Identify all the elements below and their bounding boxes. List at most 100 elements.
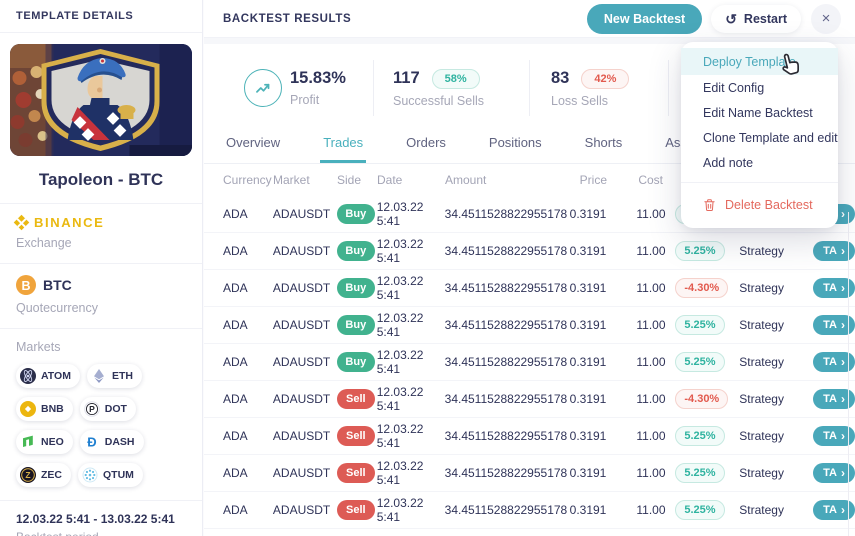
market-pill-bnb[interactable]: BNB — [16, 397, 73, 421]
tab-positions[interactable]: Positions — [486, 124, 545, 163]
menu-item-deploy-template[interactable]: Deploy Template — [681, 48, 838, 75]
cell-date: 12.03.22 5:41 — [377, 422, 445, 450]
cell-date: 12.03.22 5:41 — [377, 385, 445, 413]
trades-table: ADAADAUSDTBuy12.03.22 5:4134.45115288229… — [204, 196, 855, 529]
ta-badge-label: TA — [823, 467, 837, 479]
chevron-right-icon: › — [841, 467, 845, 479]
market-pill-label: QTUM — [103, 469, 134, 481]
column-header-currency: Currency — [223, 173, 273, 187]
ta-badge-label: TA — [823, 504, 837, 516]
chevron-right-icon: › — [841, 245, 845, 257]
side-badge: Sell — [337, 389, 375, 409]
side-badge: Buy — [337, 204, 375, 224]
menu-item-edit-name-backtest[interactable]: Edit Name Backtest — [681, 100, 838, 125]
restart-button[interactable]: ↺ Restart — [711, 5, 801, 33]
cell-cost: 11.00 — [636, 281, 662, 295]
tab-orders[interactable]: Orders — [403, 124, 449, 163]
market-pill-atom[interactable]: ATOM — [16, 364, 80, 388]
cell-currency: ADA — [223, 207, 273, 221]
tab-overview[interactable]: Overview — [223, 124, 283, 163]
cell-side: Sell — [337, 389, 377, 409]
cell-cost: 11.00 — [636, 429, 662, 443]
cell-strategy: Strategy — [739, 392, 799, 406]
cell-market: ADAUSDT — [273, 281, 337, 295]
table-row[interactable]: ADAADAUSDTSell12.03.22 5:4134.4511528822… — [204, 455, 855, 492]
menu-item-edit-config[interactable]: Edit Config — [681, 75, 838, 100]
dot-coin-icon: P — [84, 401, 100, 417]
cell-market: ADAUSDT — [273, 244, 337, 258]
cell-price: 0.3191 — [568, 503, 606, 517]
market-pill-zec[interactable]: ZZEC — [16, 463, 71, 487]
cell-amount: 34.4511528822955178 — [445, 318, 569, 332]
profit-badge: 5.25% — [675, 352, 724, 372]
cell-currency: ADA — [223, 429, 273, 443]
new-backtest-button[interactable]: New Backtest — [587, 4, 702, 34]
profit-badge: 5.25% — [675, 241, 724, 261]
market-pill-qtum[interactable]: QTUM — [78, 463, 143, 487]
cell-strategy: Strategy — [739, 466, 799, 480]
menu-item-clone-template-and-edit[interactable]: Clone Template and edit — [681, 125, 838, 150]
profit-badge: -4.30% — [675, 278, 728, 298]
results-title: BACKTEST RESULTS — [223, 13, 351, 25]
table-row[interactable]: ADAADAUSDTSell12.03.22 5:4134.4511528822… — [204, 381, 855, 418]
cell-side: Buy — [337, 241, 377, 261]
cell-date: 12.03.22 5:41 — [377, 200, 445, 228]
cell-market: ADAUSDT — [273, 355, 337, 369]
cell-cost: 11.00 — [636, 355, 662, 369]
market-pill-label: BNB — [41, 403, 64, 415]
market-pill-dash[interactable]: ĐDASH — [80, 430, 144, 454]
cell-cost: 11.00 — [636, 207, 662, 221]
cell-strategy: Strategy — [739, 429, 799, 443]
restart-icon: ↺ — [725, 12, 737, 26]
chevron-right-icon: › — [841, 208, 845, 220]
napoleon-shield-image — [10, 44, 192, 156]
exchange-section: BINANCE Exchange — [0, 204, 202, 264]
tab-shorts[interactable]: Shorts — [582, 124, 626, 163]
cell-amount: 34.4511528822955178 — [445, 207, 569, 221]
profit-badge: 5.25% — [675, 426, 724, 446]
table-row[interactable]: ADAADAUSDTBuy12.03.22 5:4134.45115288229… — [204, 307, 855, 344]
table-row[interactable]: ADAADAUSDTSell12.03.22 5:4134.4511528822… — [204, 492, 855, 529]
binance-logo-icon — [14, 215, 30, 231]
column-header-amount: Amount — [445, 173, 569, 187]
cell-side: Sell — [337, 500, 377, 520]
cell-side: Sell — [337, 463, 377, 483]
cell-profit: -4.30% — [675, 389, 733, 409]
cell-currency: ADA — [223, 392, 273, 406]
table-row[interactable]: ADAADAUSDTBuy12.03.22 5:4134.45115288229… — [204, 270, 855, 307]
cell-currency: ADA — [223, 355, 273, 369]
ta-badge-label: TA — [823, 393, 837, 405]
side-badge: Buy — [337, 352, 375, 372]
table-row[interactable]: ADAADAUSDTBuy12.03.22 5:4134.45115288229… — [204, 233, 855, 270]
menu-item-add-note[interactable]: Add note — [681, 150, 838, 175]
stat-successful-sells: 117 58% Successful Sells — [374, 60, 530, 116]
market-pill-eth[interactable]: ETH — [87, 364, 142, 388]
atom-coin-icon — [20, 368, 36, 384]
close-button[interactable]: × — [811, 4, 841, 34]
cell-cost: 11.00 — [636, 392, 662, 406]
ta-badge-label: TA — [823, 319, 837, 331]
tab-trades[interactable]: Trades — [320, 124, 366, 163]
table-row[interactable]: ADAADAUSDTBuy12.03.22 5:4134.45115288229… — [204, 344, 855, 381]
market-pill-dot[interactable]: P DOT — [80, 397, 136, 421]
cell-side: Buy — [337, 204, 377, 224]
sidebar-header: TEMPLATE DETAILS — [0, 0, 202, 33]
markets-label: Markets — [16, 340, 186, 354]
menu-divider — [681, 182, 838, 183]
cell-price: 0.3191 — [568, 244, 606, 258]
scrollbar-track[interactable] — [848, 212, 849, 536]
column-header-cost: Cost — [637, 173, 663, 187]
side-badge: Sell — [337, 463, 375, 483]
column-header-side: Side — [337, 173, 377, 187]
market-pill-neo[interactable]: NEO — [16, 430, 73, 454]
cell-price: 0.3191 — [568, 392, 606, 406]
table-row[interactable]: ADAADAUSDTSell12.03.22 5:4134.4511528822… — [204, 418, 855, 455]
menu-item-delete-backtest[interactable]: Delete Backtest — [681, 190, 838, 220]
quotecurrency-label: Quotecurrency — [16, 301, 186, 315]
ta-badge-label: TA — [823, 282, 837, 294]
cell-market: ADAUSDT — [273, 503, 337, 517]
zec-coin-icon: Z — [20, 467, 36, 483]
restart-label: Restart — [744, 12, 787, 26]
trash-icon — [703, 198, 716, 212]
market-pill-label: DOT — [105, 403, 127, 415]
